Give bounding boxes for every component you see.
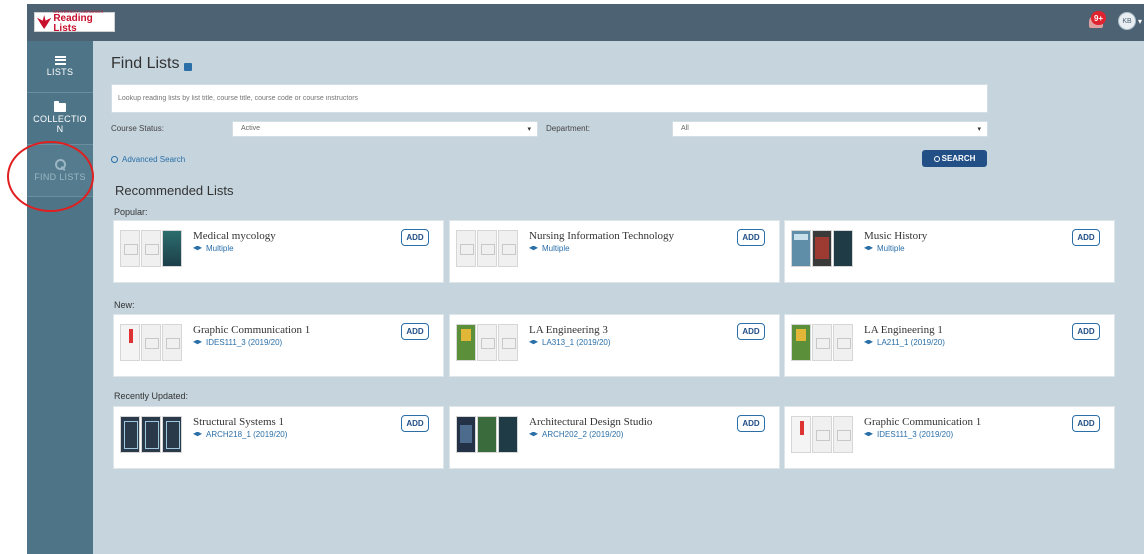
card-course: Multiple (193, 244, 234, 253)
graduation-cap-icon (193, 339, 202, 345)
card-title[interactable]: Medical mycology (193, 230, 276, 242)
card-title[interactable]: Nursing Information Technology (529, 230, 674, 242)
search-input[interactable] (111, 84, 988, 113)
card-course: ARCH202_2 (2019/20) (529, 430, 623, 439)
add-button[interactable]: ADD (401, 323, 429, 340)
card-course: LA211_1 (2019/20) (864, 338, 945, 347)
card-course: Multiple (864, 244, 905, 253)
search-icon (933, 155, 940, 162)
graduation-cap-icon (864, 245, 873, 251)
university-logo-icon (37, 15, 52, 29)
add-button[interactable]: ADD (737, 323, 765, 340)
graduation-cap-icon (193, 245, 202, 251)
chevron-down-icon: ▾ (527, 126, 531, 133)
cover-thumbnails (120, 323, 183, 361)
graduation-cap-icon (193, 431, 202, 437)
folder-icon (54, 100, 66, 112)
sidebar: LISTS COLLECTION FIND LISTS (27, 41, 93, 554)
highlight-circle-annotation (7, 141, 94, 212)
search-button[interactable]: SEARCH (922, 150, 987, 167)
card-course: IDES111_3 (2019/20) (864, 430, 953, 439)
top-bar: UNIVERSITY LIBRARIES Reading Lists 9+ KB… (27, 4, 1144, 41)
list-card[interactable]: Music History Multiple ADD (784, 220, 1115, 283)
notifications-button[interactable]: 9+ (1087, 11, 1109, 31)
page-title: Find Lists (111, 55, 193, 73)
section-label-new: New: (114, 300, 135, 310)
cover-thumbnails (120, 415, 183, 453)
graduation-cap-icon (864, 431, 873, 437)
list-icon (54, 55, 66, 65)
list-card[interactable]: Structural Systems 1 ARCH218_1 (2019/20)… (113, 406, 444, 469)
graduation-cap-icon (529, 431, 538, 437)
app-frame: UNIVERSITY LIBRARIES Reading Lists 9+ KB… (27, 4, 1144, 554)
main-content: Find Lists Course Status: Active ▾ Depar… (93, 41, 1144, 554)
course-status-select[interactable]: Active ▾ (232, 121, 538, 137)
add-button[interactable]: ADD (1072, 229, 1100, 246)
card-title[interactable]: Structural Systems 1 (193, 416, 284, 428)
sidebar-item-label: LISTS (46, 66, 74, 77)
card-course: IDES111_3 (2019/20) (193, 338, 282, 347)
add-button[interactable]: ADD (401, 415, 429, 432)
chevron-down-icon: ▾ (977, 126, 981, 133)
reading-lists-logo[interactable]: UNIVERSITY LIBRARIES Reading Lists (34, 10, 115, 34)
list-card[interactable]: Graphic Communication 1 IDES111_3 (2019/… (113, 314, 444, 377)
add-button[interactable]: ADD (1072, 415, 1100, 432)
notification-badge: 9+ (1091, 11, 1106, 25)
sidebar-item-label: COLLECTION (33, 113, 87, 134)
card-course: ARCH218_1 (2019/20) (193, 430, 287, 439)
graduation-cap-icon (864, 339, 873, 345)
card-title[interactable]: Architectural Design Studio (529, 416, 652, 428)
graduation-cap-icon (529, 245, 538, 251)
card-title[interactable]: LA Engineering 3 (529, 324, 608, 336)
logo-title: Reading Lists (53, 13, 93, 34)
add-button[interactable]: ADD (1072, 323, 1100, 340)
section-label-recently-updated: Recently Updated: (114, 391, 189, 401)
sidebar-item-collection[interactable]: COLLECTION (27, 93, 93, 145)
card-title[interactable]: LA Engineering 1 (864, 324, 943, 336)
recommended-lists-heading: Recommended Lists (115, 183, 234, 198)
card-course: Multiple (529, 244, 570, 253)
search-icon (111, 156, 118, 163)
card-title[interactable]: Graphic Communication 1 (864, 416, 981, 428)
list-card[interactable]: LA Engineering 3 LA313_1 (2019/20) ADD (449, 314, 780, 377)
avatar: KB (1117, 12, 1136, 30)
chevron-down-icon: ▾ (1137, 16, 1142, 26)
card-title[interactable]: Music History (864, 230, 927, 242)
sidebar-item-lists[interactable]: LISTS (27, 41, 93, 93)
cover-thumbnails (791, 229, 854, 267)
card-title[interactable]: Graphic Communication 1 (193, 324, 310, 336)
user-menu[interactable]: KB ▾ (1117, 12, 1142, 30)
cover-thumbnails (456, 415, 519, 453)
add-button[interactable]: ADD (737, 415, 765, 432)
cover-thumbnails (120, 229, 183, 267)
add-button[interactable]: ADD (737, 229, 765, 246)
cover-thumbnails (456, 323, 519, 361)
filter-row: Course Status: Active ▾ Department: All … (111, 121, 988, 139)
cover-thumbnails (456, 229, 519, 267)
card-course: LA313_1 (2019/20) (529, 338, 611, 347)
department-select[interactable]: All ▾ (672, 121, 988, 137)
section-label-popular: Popular: (114, 207, 148, 217)
help-icon[interactable] (184, 63, 193, 71)
list-card[interactable]: Nursing Information Technology Multiple … (449, 220, 780, 283)
cover-thumbnails (791, 323, 854, 361)
advanced-search-link[interactable]: Advanced Search (111, 155, 185, 164)
list-card[interactable]: LA Engineering 1 LA211_1 (2019/20) ADD (784, 314, 1115, 377)
list-card[interactable]: Architectural Design Studio ARCH202_2 (2… (449, 406, 780, 469)
list-card[interactable]: Graphic Communication 1 IDES111_3 (2019/… (784, 406, 1115, 469)
add-button[interactable]: ADD (401, 229, 429, 246)
department-label: Department: (546, 124, 591, 133)
course-status-label: Course Status: (111, 124, 164, 133)
cover-thumbnails (791, 415, 854, 453)
graduation-cap-icon (529, 339, 538, 345)
list-card[interactable]: Medical mycology Multiple ADD (113, 220, 444, 283)
